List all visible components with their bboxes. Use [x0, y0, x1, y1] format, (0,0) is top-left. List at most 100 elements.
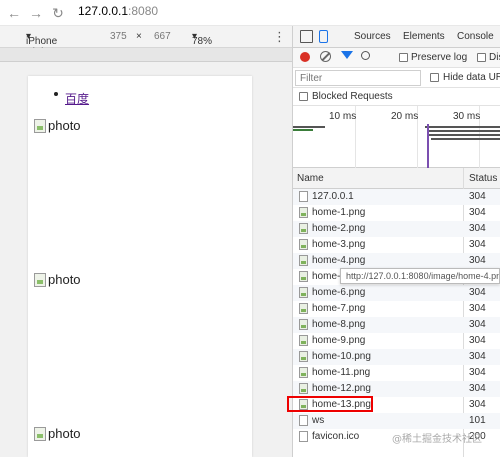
request-status: 304: [469, 207, 486, 218]
request-status: 304: [469, 287, 486, 298]
table-row[interactable]: home-6.png 304: [293, 285, 500, 301]
document-file-icon: [299, 415, 308, 426]
request-name: 127.0.0.1: [312, 191, 354, 202]
table-row[interactable]: ws 101: [293, 413, 500, 429]
record-icon[interactable]: [300, 52, 310, 62]
image-file-icon: [299, 287, 308, 298]
width-field[interactable]: 375: [110, 31, 127, 42]
device-toolbar: iPhone 6/7/8 ▾ 375 × 667 78% ▾ ⋮: [0, 26, 292, 58]
network-toolbar: Preserve log Dis: [293, 48, 500, 68]
timeline-tick: 20 ms: [391, 111, 419, 122]
request-name: home-3.png: [312, 239, 366, 250]
table-row[interactable]: home-3.png 304: [293, 237, 500, 253]
timeline-overview[interactable]: 10 ms 20 ms 30 ms: [293, 106, 500, 168]
tab-sources[interactable]: Sources: [354, 31, 391, 42]
request-status: 304: [469, 367, 486, 378]
inspect-icon[interactable]: [300, 30, 313, 43]
request-name: home-10.png: [312, 351, 371, 362]
url-host: 127.0.0.1: [78, 4, 129, 18]
image-alt-text: photo: [48, 426, 81, 441]
device-select[interactable]: iPhone 6/7/8 ▾: [26, 31, 57, 58]
request-name: home-8.png: [312, 319, 366, 330]
table-row[interactable]: home-10.png 304: [293, 349, 500, 365]
request-name: home-4.png: [312, 255, 366, 266]
address-bar[interactable]: 127.0.0.1:8080: [78, 4, 158, 18]
table-row[interactable]: home-11.png 304: [293, 365, 500, 381]
zoom-value: 78%: [192, 36, 213, 47]
url-port: :8080: [128, 4, 159, 18]
timeline-bar: [293, 129, 313, 131]
request-status: 304: [469, 191, 486, 202]
zoom-select[interactable]: 78% ▾: [192, 31, 212, 47]
filter-icon[interactable]: [341, 51, 353, 59]
hide-data-urls-label: Hide data URL: [443, 72, 500, 83]
blocked-requests-checkbox[interactable]: [299, 92, 308, 101]
image-file-icon: [299, 271, 308, 282]
column-name[interactable]: Name: [297, 173, 324, 184]
column-status[interactable]: Status: [469, 173, 497, 184]
broken-image-icon: [34, 118, 46, 133]
table-row[interactable]: home-8.png 304: [293, 317, 500, 333]
clear-icon[interactable]: [320, 51, 331, 62]
request-name: home-12.png: [312, 383, 371, 394]
table-row[interactable]: home-1.png 304: [293, 205, 500, 221]
request-name: home-6.png: [312, 287, 366, 298]
table-row[interactable]: home-4.png 304: [293, 253, 500, 269]
height-field[interactable]: 667: [154, 31, 171, 42]
list-bullet: [54, 92, 58, 96]
broken-image: photo: [34, 426, 81, 441]
image-file-icon: [299, 335, 308, 346]
timeline-tick: 30 ms: [453, 111, 481, 122]
back-arrow-icon[interactable]: ←: [4, 3, 24, 23]
broken-image-icon: [34, 426, 46, 441]
disable-cache-checkbox[interactable]: [477, 53, 486, 62]
emulated-page: 百度 photo photo photo: [28, 76, 252, 457]
baidu-link[interactable]: 百度: [65, 90, 89, 107]
request-status: 304: [469, 255, 486, 266]
image-file-icon: [299, 351, 308, 362]
image-file-icon: [299, 383, 308, 394]
more-options-icon[interactable]: ⋮: [273, 29, 286, 45]
request-name: home-7.png: [312, 303, 366, 314]
request-name: home-9.png: [312, 335, 366, 346]
ruler: [0, 48, 292, 62]
table-row[interactable]: home-7.png 304: [293, 301, 500, 317]
request-name: home-2.png: [312, 223, 366, 234]
request-name: home-11.png: [312, 367, 371, 378]
forward-arrow-icon[interactable]: →: [26, 3, 46, 23]
request-status: 304: [469, 335, 486, 346]
table-row[interactable]: home-9.png 304: [293, 333, 500, 349]
search-icon[interactable]: [361, 51, 370, 60]
request-status: 304: [469, 303, 486, 314]
filter-input[interactable]: [295, 70, 421, 86]
image-alt-text: photo: [48, 272, 81, 287]
tab-console[interactable]: Console: [457, 31, 494, 42]
document-file-icon: [299, 431, 308, 442]
broken-image: photo: [34, 272, 81, 287]
blocked-requests-label: Blocked Requests: [312, 91, 393, 102]
timeline-tick: 10 ms: [329, 111, 357, 122]
disable-cache-label: Dis: [489, 52, 500, 63]
image-file-icon: [299, 303, 308, 314]
tab-elements[interactable]: Elements: [403, 31, 445, 42]
image-file-icon: [299, 255, 308, 266]
devtools-panel: Sources Elements Console Preserve log Di…: [292, 26, 500, 457]
image-alt-text: photo: [48, 118, 81, 133]
reload-icon[interactable]: ↻: [48, 3, 68, 23]
preserve-log-checkbox[interactable]: [399, 53, 408, 62]
table-row[interactable]: 127.0.0.1 304: [293, 189, 500, 205]
image-file-icon: [299, 319, 308, 330]
image-file-icon: [299, 239, 308, 250]
hide-data-urls-checkbox[interactable]: [430, 73, 439, 82]
request-status: 304: [469, 223, 486, 234]
device-toggle-icon[interactable]: [319, 30, 328, 43]
preserve-log-label: Preserve log: [411, 52, 468, 63]
red-highlight-box: [287, 396, 373, 412]
url-tooltip: http://127.0.0.1:8080/image/home-4.png: [340, 268, 500, 284]
request-status: 304: [469, 239, 486, 250]
request-name: home-1.png: [312, 207, 366, 218]
table-row[interactable]: home-2.png 304: [293, 221, 500, 237]
request-status: 304: [469, 319, 486, 330]
filter-row: Hide data URL: [293, 68, 500, 88]
table-row[interactable]: home-12.png 304: [293, 381, 500, 397]
